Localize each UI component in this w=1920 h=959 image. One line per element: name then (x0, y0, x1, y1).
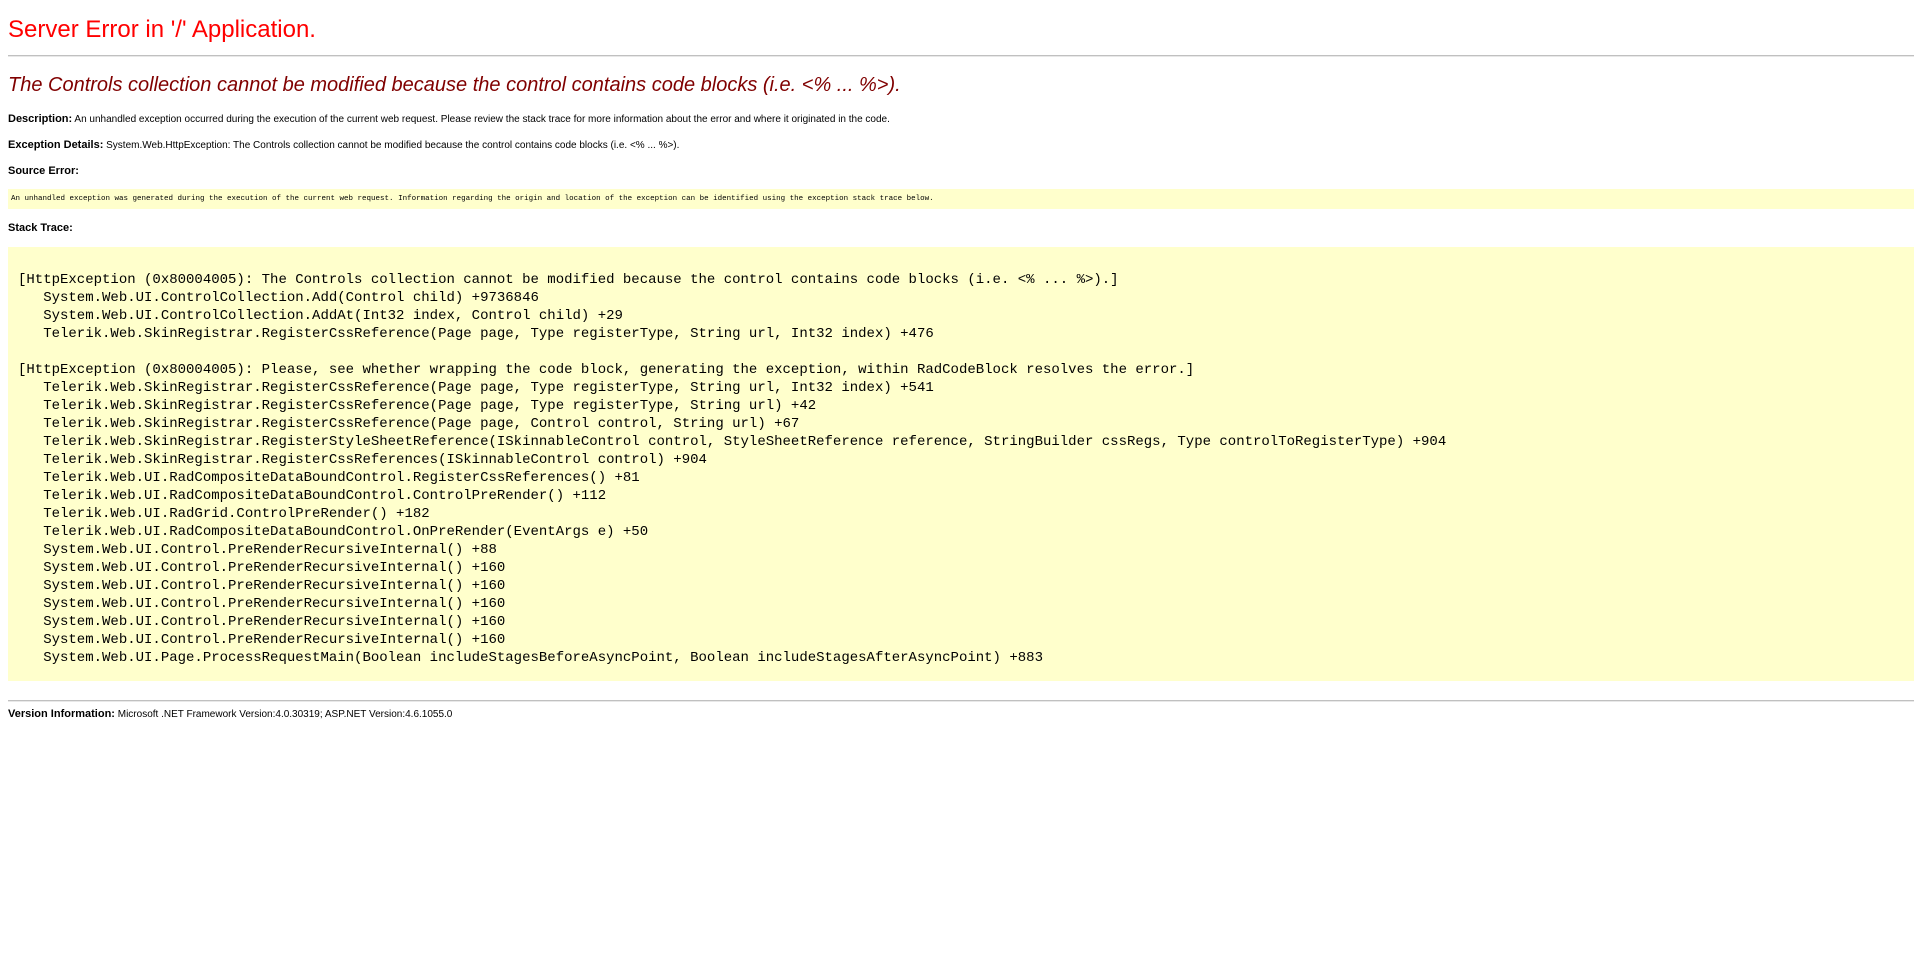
stack-trace-line: Stack Trace: (8, 221, 73, 236)
exception-details-text: System.Web.HttpException: The Controls c… (106, 140, 680, 151)
source-error-box: An unhandled exception was generated dur… (8, 189, 1914, 209)
description-label: Description: (8, 113, 73, 125)
source-error-line: Source Error: (8, 164, 79, 179)
bottom-divider (8, 700, 1914, 702)
stack-trace-label: Stack Trace: (8, 222, 73, 234)
source-error-text: An unhandled exception was generated dur… (11, 195, 934, 203)
exception-details-line: Exception Details: System.Web.HttpExcept… (8, 138, 679, 153)
stack-trace-text: [HttpException (0x80004005): The Control… (18, 272, 1447, 666)
stack-trace-box: [HttpException (0x80004005): The Control… (8, 247, 1914, 681)
version-info-text: Microsoft .NET Framework Version:4.0.303… (117, 709, 453, 720)
version-info-label: Version Information: (8, 708, 115, 720)
source-error-label: Source Error: (8, 165, 79, 177)
top-divider (8, 55, 1914, 57)
description-text: An unhandled exception occurred during t… (74, 114, 890, 125)
exception-details-label: Exception Details: (8, 139, 104, 151)
error-message-heading: The Controls collection cannot be modifi… (8, 74, 901, 96)
version-info-line: Version Information: Microsoft .NET Fram… (8, 707, 452, 722)
description-line: Description: An unhandled exception occu… (8, 112, 890, 127)
page-title: Server Error in '/' Application. (8, 16, 316, 43)
